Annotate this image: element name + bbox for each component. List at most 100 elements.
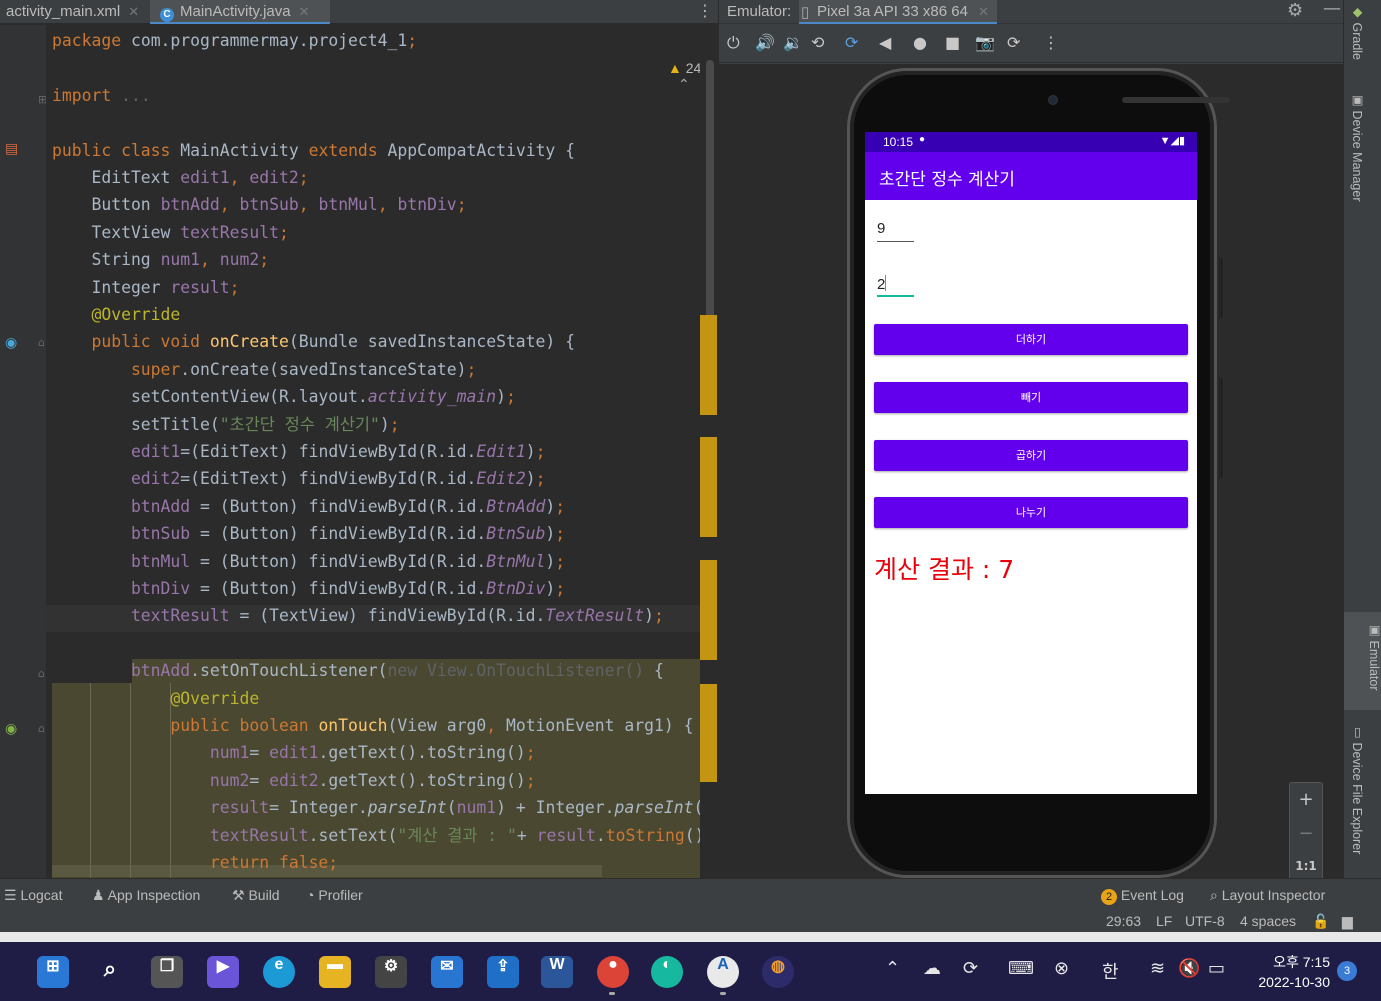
rotate-left-icon[interactable]: ⟲ xyxy=(811,33,824,53)
word-icon[interactable]: W xyxy=(541,956,573,988)
zoom-1-1-button[interactable]: 1:1 xyxy=(1290,859,1322,873)
code-token: btnMul xyxy=(52,551,201,571)
close-icon[interactable]: ✕ xyxy=(978,4,989,19)
close-icon[interactable]: ✕ xyxy=(299,4,310,19)
line-separator[interactable]: LF xyxy=(1156,913,1172,929)
tab-activity-main-xml[interactable]: activity_main.xml ✕ xyxy=(0,0,150,24)
logcat-tab[interactable]: ☰ Logcat xyxy=(4,887,63,904)
override-marker-icon[interactable]: ◉ xyxy=(5,335,17,351)
back-icon[interactable]: ◀ xyxy=(879,33,891,53)
emulator-device-tab[interactable]: ▯ Pixel 3a API 33 x86 64 ✕ xyxy=(799,0,998,24)
battery-icon[interactable]: ▭ xyxy=(1208,958,1225,979)
mail-icon[interactable]: ✉ xyxy=(431,956,463,988)
android-studio-icon[interactable]: A xyxy=(707,956,739,988)
code-token: = (Button) findViewById(R.id. xyxy=(200,524,487,544)
chevron-up-icon[interactable]: ⌃ xyxy=(678,76,690,92)
power-button[interactable] xyxy=(1219,258,1223,318)
chat-icon[interactable]: ▶ xyxy=(207,956,239,988)
volume-muted-icon[interactable]: 🔇 xyxy=(1178,958,1200,979)
indent-setting[interactable]: 4 spaces xyxy=(1240,913,1296,929)
code-editor[interactable]: package com.programmermay.project4_1; imp… xyxy=(46,25,718,878)
volume-rocker[interactable] xyxy=(1219,378,1223,478)
subtract-button[interactable]: 빼기 xyxy=(874,382,1188,413)
overview-icon[interactable]: ■ xyxy=(945,33,960,53)
more-options-icon[interactable]: ⋮ xyxy=(1043,33,1059,53)
layout-inspector-tab[interactable]: ⌕ Layout Inspector xyxy=(1210,887,1325,904)
chevron-up-icon[interactable]: ⌃ xyxy=(885,958,900,979)
edge-browser-icon[interactable]: e xyxy=(263,956,295,988)
zoom-in-button[interactable]: + xyxy=(1290,789,1322,810)
profiler-tab[interactable]: ◔ Profiler xyxy=(306,887,363,903)
tab-main-activity-java[interactable]: C MainActivity.java ✕ xyxy=(150,0,330,24)
power-icon[interactable]: ⏻ xyxy=(727,33,740,53)
fold-icon[interactable]: ⌂ xyxy=(38,722,45,735)
sync-icon[interactable]: ⟳ xyxy=(963,958,978,979)
code-token: num2 xyxy=(52,770,250,790)
code-token: , xyxy=(377,195,398,215)
fold-icon[interactable]: ⌂ xyxy=(38,667,45,680)
wifi-signal-battery-icon: ▼◢▮ xyxy=(1159,135,1185,147)
wifi-icon[interactable]: ≋ xyxy=(1150,958,1165,979)
event-log-tab[interactable]: 2 Event Log xyxy=(1101,887,1184,905)
multiply-button[interactable]: 곱하기 xyxy=(874,440,1188,471)
more-options-icon[interactable]: ⋮ xyxy=(697,0,713,22)
change-marker[interactable] xyxy=(700,315,717,415)
change-marker[interactable] xyxy=(700,684,717,782)
app-inspection-tab[interactable]: ♟ App Inspection xyxy=(92,887,200,904)
chrome-icon[interactable]: ● xyxy=(597,956,629,988)
ime-indicator[interactable]: 한 xyxy=(1102,958,1119,984)
code-token: extends xyxy=(308,140,388,160)
code-line: btnDiv = (Button) findViewById(R.id.BtnD… xyxy=(52,576,565,602)
number2-input[interactable]: 2 xyxy=(877,273,914,297)
device-manager-tab[interactable]: ▣ Device Manager xyxy=(1350,92,1365,202)
task-view-icon[interactable]: ❐ xyxy=(151,956,183,988)
code-token: edit1 xyxy=(52,442,181,461)
emulator-tab[interactable]: ▣ Emulator xyxy=(1344,612,1381,710)
file-explorer-icon[interactable]: ▬ xyxy=(319,956,351,988)
phone-screen[interactable]: 10:15 ● ▼◢▮ 초간단 정수 계산기 9 2 더하기 빼기 곱하기 나누… xyxy=(865,132,1197,794)
cloud-off-icon[interactable]: ☁ xyxy=(923,958,941,979)
volume-up-icon[interactable]: 🔊 xyxy=(755,33,775,53)
settings-gear-icon[interactable]: ⚙ xyxy=(375,956,407,988)
snapshot-icon[interactable]: ⟳ xyxy=(1007,33,1020,53)
file-encoding[interactable]: UTF-8 xyxy=(1185,913,1225,929)
divide-button[interactable]: 나누기 xyxy=(874,497,1188,528)
notification-count-badge[interactable]: 3 xyxy=(1337,961,1357,981)
fold-icon[interactable]: ⌂ xyxy=(38,336,45,349)
caret-position[interactable]: 29:63 xyxy=(1106,913,1141,929)
build-label: Build xyxy=(248,887,280,903)
code-line: public void onCreate(Bundle savedInstanc… xyxy=(52,329,575,355)
start-icon[interactable]: ⊞ xyxy=(37,956,69,988)
change-marker[interactable] xyxy=(700,437,717,537)
search-icon[interactable]: ⌕ xyxy=(94,956,126,988)
device-file-explorer-tab-label: Device File Explorer xyxy=(1350,742,1364,855)
keyboard-icon[interactable]: ⌨ xyxy=(1008,958,1034,979)
home-icon[interactable]: ● xyxy=(913,33,927,53)
minimize-icon[interactable]: — xyxy=(1323,0,1341,19)
device-tab-label: Pixel 3a API 33 x86 64 xyxy=(817,3,968,20)
clock[interactable]: 오후 7:15 2022-10-30 xyxy=(1246,952,1330,992)
close-circle-icon[interactable]: ⊗ xyxy=(1054,958,1069,979)
store-icon[interactable]: ⇪ xyxy=(487,956,519,988)
implements-marker-icon[interactable]: ◉ xyxy=(5,721,17,737)
change-marker[interactable] xyxy=(700,560,717,660)
build-tab[interactable]: ⚒ Build xyxy=(232,887,280,904)
code-token: =(EditText) findViewById(R.id. xyxy=(180,442,477,461)
zoom-out-button[interactable]: − xyxy=(1290,823,1322,844)
gradle-tab[interactable]: ◆ Gradle xyxy=(1350,4,1365,60)
notification-icon[interactable]: ▆ xyxy=(1342,913,1353,930)
eclipse-icon[interactable]: ◍ xyxy=(762,956,794,988)
code-token: num1 xyxy=(52,743,250,763)
volume-down-icon[interactable]: 🔉 xyxy=(783,33,803,53)
app-icon[interactable]: ◐ xyxy=(651,956,683,988)
lock-icon[interactable]: 🔓 xyxy=(1312,913,1329,930)
android-layout-icon[interactable]: ▤ xyxy=(5,141,18,157)
close-icon[interactable]: ✕ xyxy=(128,4,139,19)
add-button[interactable]: 더하기 xyxy=(874,324,1188,355)
gear-icon[interactable]: ⚙ xyxy=(1287,0,1303,21)
rotate-right-icon[interactable]: ⟳ xyxy=(845,33,858,53)
number1-input[interactable]: 9 xyxy=(877,218,914,242)
device-file-explorer-tab[interactable]: ▯ Device File Explorer xyxy=(1350,724,1365,854)
camera-icon[interactable]: 📷 xyxy=(975,33,995,53)
message-notification-icon: ● xyxy=(919,134,926,145)
